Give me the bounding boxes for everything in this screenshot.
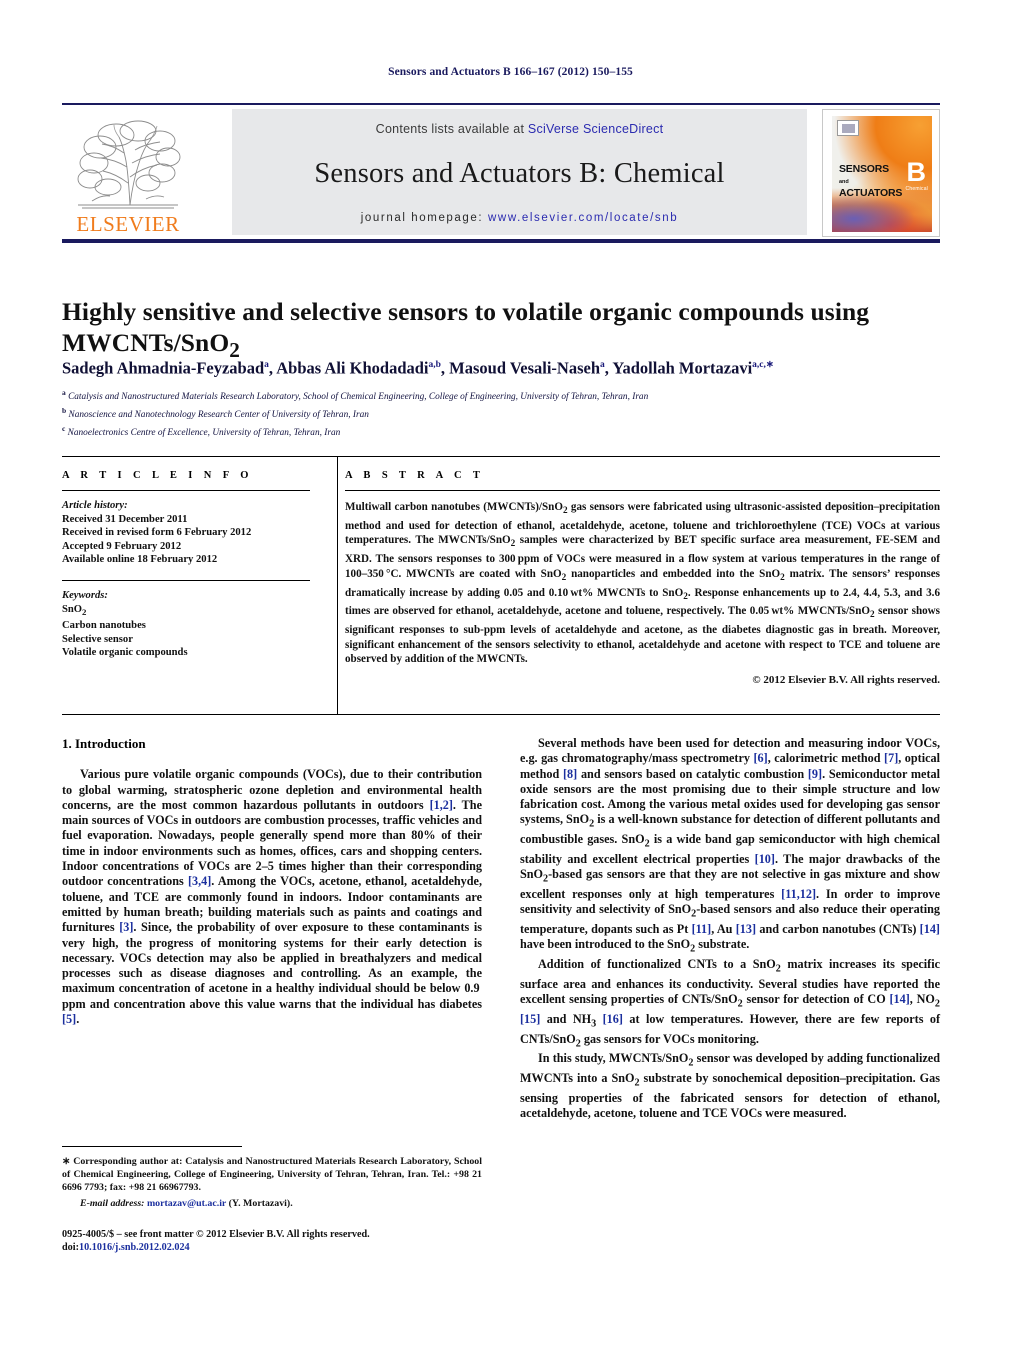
homepage-label: journal homepage: [360,212,484,224]
cover-series-sub: Chemical [905,186,928,192]
keyword-item: SnO2 [62,603,87,617]
email-line: E-mail address: mortazav@ut.ac.ir (Y. Mo… [62,1197,482,1210]
body-column-left: 1. Introduction Various pure volatile or… [62,736,482,1027]
affiliation-marker: a [62,388,66,397]
footnote-rule [62,1146,242,1147]
doi-link[interactable]: 10.1016/j.snb.2012.02.024 [79,1242,190,1253]
article-history-item: Available online 18 February 2012 [62,554,218,566]
author-list: Sadegh Ahmadnia-Feyzabada, Abbas Ali Kho… [62,358,774,378]
affiliation-list: a Catalysis and Nanostructured Materials… [62,386,932,440]
email-owner: (Y. Mortazavi). [228,1197,293,1209]
issn-line: 0925-4005/$ – see front matter © 2012 El… [62,1229,370,1240]
affiliation-item: c Nanoelectronics Centre of Excellence, … [62,424,341,439]
paragraph: Several methods have been used for detec… [520,736,941,955]
keyword-item: Volatile organic compounds [62,647,188,659]
contents-prefix: Contents lists available at [375,122,528,136]
article-history-item: Received 31 December 2011 [62,513,188,525]
imprint-block: 0925-4005/$ – see front matter © 2012 El… [62,1228,532,1255]
elsevier-logo: ELSEVIER [62,111,194,235]
cover-line1: SENSORS [839,163,889,175]
affiliation-item: a Catalysis and Nanostructured Materials… [62,388,649,403]
article-history-items: Received 31 December 2011 Received in rev… [62,513,310,567]
abstract-column: A B S T R A C T Multiwall carbon nanotub… [345,470,940,686]
section-heading-introduction: 1. Introduction [62,736,146,751]
affiliation-marker: c [62,424,66,434]
cover-series-text: SENSORS and ACTUATORS [839,163,903,199]
keywords-label: Keywords: [62,589,108,601]
cover-line2: ACTUATORS [839,187,903,199]
abstract-heading: A B S T R A C T [345,470,485,481]
journal-title: Sensors and Actuators B: Chemical [314,158,725,189]
contents-list-line: Contents lists available at SciVerse Sci… [232,122,807,136]
article-info-heading: A R T I C L E I N F O [62,470,253,481]
article-info-rule [62,490,310,491]
paragraph: Various pure volatile organic compounds … [62,767,482,1027]
journal-info-box: Contents lists available at SciVerse Sci… [232,109,807,235]
info-abstract-divider [337,456,338,715]
keywords-block: Keywords: SnO2 Carbon nanotubes Selective … [62,589,310,660]
cover-publisher-logo-icon [837,120,859,136]
abstract-body: Multiwall carbon nanotubes (MWCNTs)/SnO2… [345,501,941,666]
cover-artwork: SENSORS and ACTUATORS B Chemical [832,116,932,232]
paper-page: Sensors and Actuators B 166–167 (2012) 1… [0,0,1021,1351]
cover-series-letter: B [906,157,927,187]
journal-banner: ELSEVIER Contents lists available at Sci… [62,103,940,237]
keyword-items: SnO2 Carbon nanotubes Selective sensor Vola… [62,603,310,660]
article-history-block: Article history: Received 31 December 20… [62,499,310,567]
paragraph: Addition of functionalized CNTs to a SnO… [520,957,941,1049]
page-title-main: Highly sensitive and selective sensors t… [62,297,870,358]
keyword-item: Selective sensor [62,633,133,645]
corresponding-author-note: ∗ Corresponding author at: Catalysis and… [62,1156,482,1194]
body-column-right: Several methods have been used for detec… [520,736,940,1121]
article-history-label: Article history: [62,500,128,511]
journal-homepage-line: journal homepage: www.elsevier.com/locat… [232,212,807,224]
info-band-top-rule [62,456,940,457]
sciencedirect-link[interactable]: SciVerse ScienceDirect [528,122,663,136]
email-link[interactable]: mortazav@ut.ac.ir [147,1198,226,1209]
abstract-rule [345,490,940,491]
info-band-bottom-rule [62,714,940,715]
running-header: Sensors and Actuators B 166–167 (2012) 1… [388,66,633,78]
homepage-url-link[interactable]: www.elsevier.com/locate/snb [488,212,678,224]
article-info-column: A R T I C L E I N F O Article history: R… [62,470,310,660]
footnote-block: ∗ Corresponding author at: Catalysis and… [62,1155,482,1210]
cover-line1-small: and [839,179,849,185]
article-history-item: Received in revised form 6 February 2012 [62,527,252,539]
keywords-rule [62,579,310,581]
doi-label: doi: [62,1242,79,1254]
paragraph: In this study, MWCNTs/SnO2 sensor was de… [520,1051,940,1121]
banner-bottom-rule [62,239,940,243]
right-column-paragraphs: Several methods have been used for detec… [520,736,940,1121]
keyword-item: Carbon nanotubes [62,620,146,632]
affiliation-item: b Nanoscience and Nanotechnology Researc… [62,406,369,421]
article-history-item: Accepted 9 February 2012 [62,540,182,552]
abstract-copyright: © 2012 Elsevier B.V. All rights reserved… [752,674,940,687]
left-column-paragraphs: Various pure volatile organic compounds … [62,767,482,1027]
affiliation-marker: b [62,406,67,416]
elsevier-tree-icon [77,120,181,209]
email-label: E-mail address: [80,1197,145,1209]
journal-cover-thumbnail[interactable]: SENSORS and ACTUATORS B Chemical [822,109,940,237]
elsevier-wordmark: ELSEVIER [76,212,180,236]
